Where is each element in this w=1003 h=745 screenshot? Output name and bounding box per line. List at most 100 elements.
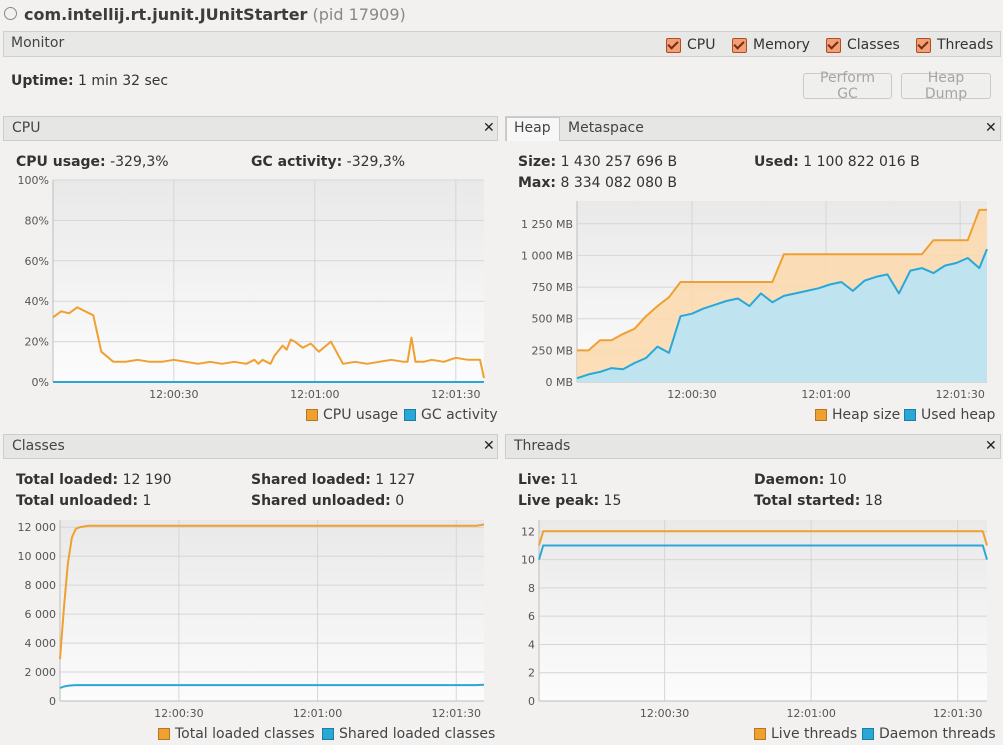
y-tick-label: 40% (25, 295, 49, 308)
classes-panel-header (3, 434, 498, 459)
perform-gc-button[interactable]: Perform GC (803, 70, 892, 102)
checkbox-classes[interactable]: Classes (826, 37, 900, 53)
heap-used-value: 1 100 822 016 B (803, 154, 920, 170)
checkbox-threads[interactable]: Threads (916, 37, 993, 53)
legend-swatch (158, 728, 170, 740)
shared-unloaded-value: 0 (395, 493, 405, 509)
y-tick-label: 1 000 MB (521, 249, 573, 262)
y-tick-label: 2 (528, 667, 535, 680)
legend-total-loaded-classes-label: Total loaded classes (175, 726, 315, 742)
classes-panel-close-icon[interactable]: ✕ (483, 438, 495, 454)
y-tick-label: 6 (528, 610, 535, 623)
gc-activity-stat: GC activity: -329,3% (251, 154, 405, 170)
live-label: Live: (518, 472, 556, 488)
legend-live-threads-label: Live threads (771, 726, 858, 742)
legend-swatch (322, 728, 334, 740)
y-tick-label: 0 (49, 695, 56, 708)
daemon-value: 10 (828, 472, 847, 488)
y-tick-label: 6 000 (25, 608, 57, 621)
checkbox-memory[interactable]: Memory (732, 37, 810, 53)
x-tick-label: 12:01:30 (431, 388, 480, 401)
checkbox-cpu-label: CPU (687, 37, 716, 53)
tab-heap-label[interactable]: Heap (514, 120, 551, 136)
checkbox-classes-label: Classes (847, 37, 900, 53)
legend-swatch (904, 409, 916, 421)
heap-max-value: 8 334 082 080 B (560, 175, 677, 191)
shared-unloaded-label: Shared unloaded: (251, 493, 391, 509)
y-tick-label: 750 MB (531, 281, 573, 294)
live-threads-stat: Live: 11 (518, 472, 578, 488)
legend-heap-size: Heap size (815, 407, 900, 423)
plot-area (53, 180, 484, 382)
heap-dump-button[interactable]: Heap Dump (901, 70, 991, 102)
heap-used-label: Used: (754, 154, 799, 170)
x-tick-label: 12:00:30 (149, 388, 198, 401)
heap-max-label: Max: (518, 175, 557, 191)
uptime: Uptime: 1 min 32 sec (11, 73, 168, 89)
checkbox-checked-icon (826, 37, 841, 53)
legend-daemon-threads-label: Daemon threads (879, 726, 996, 742)
gc-activity-value: -329,3% (346, 154, 406, 170)
legend-live-threads: Live threads (754, 726, 857, 742)
heap-size-value: 1 430 257 696 B (560, 154, 678, 170)
legend-swatch (306, 409, 318, 421)
shared-loaded-stat: Shared loaded: 1 127 (251, 472, 415, 488)
cpu-usage-stat: CPU usage: -329,3% (16, 154, 169, 170)
process-pid: (pid 17909) (312, 5, 406, 24)
total-loaded-label: Total loaded: (16, 472, 119, 488)
y-tick-label: 12 (521, 525, 535, 538)
checkbox-checked-icon (732, 37, 747, 53)
window-title: com.intellij.rt.junit.JUnitStarter (pid … (24, 5, 406, 24)
legend-used-heap-label: Used heap (921, 407, 996, 423)
legend-used-heap: Used heap (904, 407, 995, 423)
y-tick-label: 2 000 (25, 666, 57, 679)
threads-panel-header (505, 434, 1001, 459)
cpu-panel-close-icon[interactable]: ✕ (483, 120, 495, 136)
daemon-label: Daemon: (754, 472, 825, 488)
monitor-label: Monitor (11, 35, 65, 51)
legend-shared-loaded-classes: Shared loaded classes (322, 726, 495, 742)
cpu-chart: 0% 20% 40% 60% 80% 100% 12:00:30 12:01:00 12:01:… (18, 175, 485, 401)
heap-size-label: Size: (518, 154, 557, 170)
plot-area (539, 520, 987, 701)
checkbox-checked-icon (666, 37, 681, 53)
heap-max-stat: Max: 8 334 082 080 B (518, 175, 677, 191)
threads-panel-close-icon[interactable]: ✕ (985, 438, 997, 454)
y-tick-label: 1 250 MB (521, 218, 573, 231)
y-tick-label: 500 MB (531, 313, 573, 326)
heap-panel-close-icon[interactable]: ✕ (985, 120, 997, 136)
classes-panel-title: Classes (12, 438, 65, 454)
x-tick-label: 12:01:30 (432, 707, 481, 720)
y-tick-label: 0 MB (545, 376, 573, 389)
total-unloaded-value: 1 (142, 493, 152, 509)
legend-cpu-usage: CPU usage (306, 407, 398, 423)
y-tick-label: 4 (528, 638, 535, 651)
threads-panel-title: Threads (514, 438, 571, 454)
checkbox-cpu[interactable]: CPU (666, 37, 715, 53)
x-tick-label: 12:00:30 (154, 707, 203, 720)
daemon-stat: Daemon: 10 (754, 472, 847, 488)
tab-metaspace[interactable]: Metaspace (568, 120, 644, 136)
legend-daemon-threads: Daemon threads (862, 726, 996, 742)
total-unloaded-stat: Total unloaded: 1 (16, 493, 151, 509)
cpu-panel-header (3, 116, 498, 141)
y-tick-label: 8 (528, 582, 535, 595)
x-tick-label: 12:01:30 (933, 707, 982, 720)
live-peak-label: Live peak: (518, 493, 600, 509)
y-tick-label: 0% (32, 376, 49, 389)
legend-gc-activity-label: GC activity (421, 407, 498, 423)
legend-shared-loaded-classes-label: Shared loaded classes (339, 726, 496, 742)
live-peak-stat: Live peak: 15 (518, 493, 621, 509)
checkbox-threads-label: Threads (937, 37, 994, 53)
total-unloaded-label: Total unloaded: (16, 493, 139, 509)
x-tick-label: 12:01:30 (935, 388, 984, 401)
total-loaded-value: 12 190 (122, 472, 172, 488)
y-tick-label: 80% (25, 214, 49, 227)
live-value: 11 (560, 472, 579, 488)
total-loaded-stat: Total loaded: 12 190 (16, 472, 172, 488)
x-tick-label: 12:00:30 (640, 707, 689, 720)
legend-swatch (815, 409, 827, 421)
y-tick-label: 10 000 (18, 550, 57, 563)
total-started-stat: Total started: 18 (754, 493, 883, 509)
y-tick-label: 250 MB (531, 344, 573, 357)
